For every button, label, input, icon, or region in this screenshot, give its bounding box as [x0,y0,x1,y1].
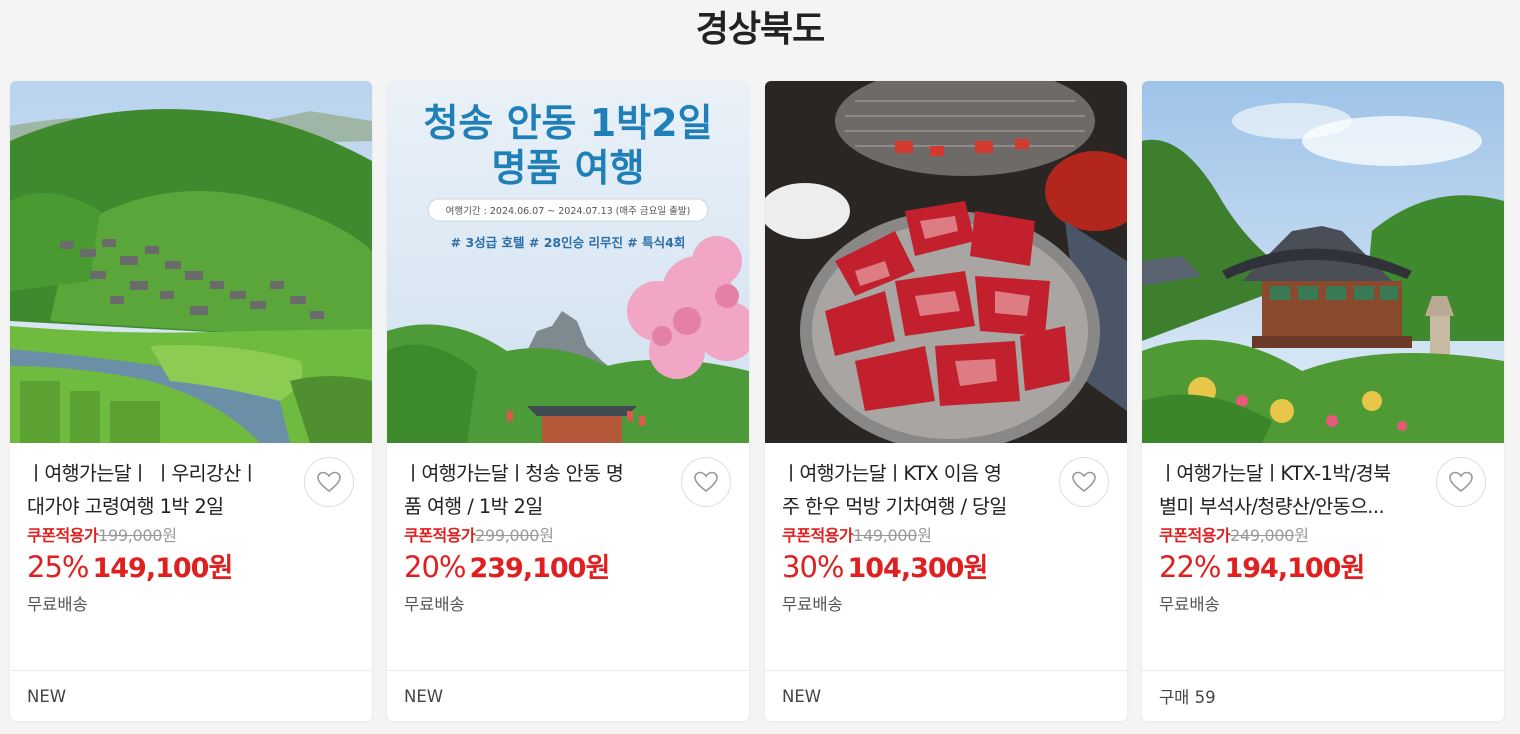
original-price: 299,000 [475,526,540,545]
purchase-count: 구매 59 [1159,688,1216,707]
product-title-line1: ㅣ여행가는달ㅣKTX 이음 영 [782,462,1002,485]
discount-rate: 30% [782,550,844,584]
discount-rate: 22% [1159,550,1221,584]
shipping-info: 무료배송 [782,595,843,614]
sale-price-row: 20% 239,100원 [404,548,610,591]
sale-price: 239,100원 [469,553,610,584]
sale-price-row: 30% 104,300원 [782,548,988,591]
product-title-line2: 품 여행 / 1박 2일 [404,495,543,518]
product-image-temple[interactable] [1142,81,1504,443]
shipping-info: 무료배송 [1159,595,1220,614]
coupon-price-label: 쿠폰적용가 [782,526,854,545]
wishlist-button[interactable] [1059,457,1109,507]
product-image-village[interactable] [10,81,372,443]
product-card[interactable]: ㅣ여행가는달ㅣKTX 이음 영 주 한우 먹방 기차여행 / 당일 쿠폰적용가1… [765,81,1127,721]
product-title-line1: ㅣ여행가는달ㅣ ㅣ우리강산ㅣ [27,462,259,485]
card-footer: NEW [765,670,1127,721]
sale-price-row: 25% 149,100원 [27,548,233,591]
original-price-row: 쿠폰적용가149,000원 [782,525,932,547]
product-title-line2: 주 한우 먹방 기차여행 / 당일 [782,495,1007,518]
wishlist-button[interactable] [1436,457,1486,507]
product-title-line2: 별미 부석사/청량산/안동으... [1159,495,1385,518]
card-footer: NEW [10,670,372,721]
product-image-beef[interactable] [765,81,1127,443]
product-card[interactable]: ㅣ여행가는달ㅣKTX-1박/경북 별미 부석사/청량산/안동으... 쿠폰적용가… [1142,81,1504,721]
original-price-unit: 원 [917,526,932,545]
product-title[interactable]: ㅣ여행가는달ㅣKTX 이음 영 주 한우 먹방 기차여행 / 당일 [782,457,1044,523]
discount-rate: 25% [27,550,89,584]
shipping-info: 무료배송 [27,595,88,614]
product-title-line1: ㅣ여행가는달ㅣ청송 안동 명 [404,462,624,485]
coupon-price-label: 쿠폰적용가 [404,526,476,545]
original-price: 199,000 [98,526,163,545]
banner-tags: # 3성급 호텔 # 28인승 리무진 # 특식4회 [451,235,686,250]
product-badge: NEW [404,686,444,706]
product-badge: NEW [27,686,67,706]
original-price-unit: 원 [539,526,554,545]
product-title[interactable]: ㅣ여행가는달ㅣKTX-1박/경북 별미 부석사/청량산/안동으... [1159,457,1421,523]
heart-icon [317,471,341,493]
product-title-line1: ㅣ여행가는달ㅣKTX-1박/경북 [1159,462,1391,485]
product-title-line2: 대가야 고령여행 1박 2일 [27,495,224,518]
banner-headline-2: 명품 여행 [491,146,644,190]
original-price-row: 쿠폰적용가249,000원 [1159,525,1309,547]
sale-price: 194,100원 [1224,553,1365,584]
banner-headline-1: 청송 안동 1박2일 [423,101,712,145]
product-image-banner[interactable]: 청송 안동 1박2일 명품 여행 여행기간 : 2024.06.07 ~ 202… [387,81,749,443]
shipping-info: 무료배송 [404,595,465,614]
banner-period: 여행기간 : 2024.06.07 ~ 2024.07.13 (매주 금요일 출… [446,205,691,217]
discount-rate: 20% [404,550,466,584]
heart-icon [694,471,718,493]
product-card[interactable]: ㅣ여행가는달ㅣ ㅣ우리강산ㅣ 대가야 고령여행 1박 2일 쿠폰적용가199,0… [10,81,372,721]
coupon-price-label: 쿠폰적용가 [27,526,99,545]
coupon-price-label: 쿠폰적용가 [1159,526,1231,545]
product-card[interactable]: 청송 안동 1박2일 명품 여행 여행기간 : 2024.06.07 ~ 202… [387,81,749,721]
heart-icon [1072,471,1096,493]
original-price-row: 쿠폰적용가299,000원 [404,525,554,547]
wishlist-button[interactable] [304,457,354,507]
sale-price: 104,300원 [847,553,988,584]
wishlist-button[interactable] [681,457,731,507]
section-title: 경상북도 [695,9,825,50]
original-price-row: 쿠폰적용가199,000원 [27,525,177,547]
original-price: 149,000 [853,526,918,545]
sale-price-row: 22% 194,100원 [1159,548,1365,591]
original-price-unit: 원 [1294,526,1309,545]
product-badge: NEW [782,686,822,706]
original-price: 249,000 [1230,526,1295,545]
product-title[interactable]: ㅣ여행가는달ㅣ청송 안동 명 품 여행 / 1박 2일 [404,457,666,523]
card-footer: NEW [387,670,749,721]
original-price-unit: 원 [162,526,177,545]
product-title[interactable]: ㅣ여행가는달ㅣ ㅣ우리강산ㅣ 대가야 고령여행 1박 2일 [27,457,289,523]
heart-icon [1449,471,1473,493]
card-footer: 구매 59 [1142,670,1504,721]
sale-price: 149,100원 [92,553,233,584]
